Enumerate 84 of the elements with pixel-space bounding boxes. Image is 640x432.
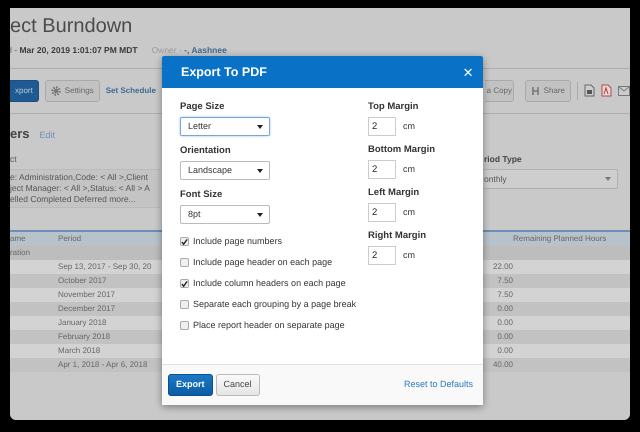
page-title: ect Burndown	[10, 14, 134, 38]
field-label: Left Margin	[368, 187, 420, 199]
share-button[interactable]: Share	[524, 80, 571, 102]
filter-text: ject Manager: < All >,Status: < All > A	[10, 183, 151, 194]
checkbox-label: Separate each grouping by a page break	[193, 298, 356, 311]
select-field[interactable]: Letter	[180, 117, 270, 136]
unit-label: cm	[403, 248, 415, 262]
caret-icon	[257, 168, 263, 172]
field-label: Orientation	[180, 145, 232, 157]
settings-button[interactable]: Settings	[44, 80, 100, 102]
table-cell	[10, 302, 58, 316]
column-header: ame	[10, 230, 58, 246]
copy-button[interactable]: a Copy	[484, 80, 514, 102]
unit-label: cm	[403, 120, 415, 133]
margin-input[interactable]: 2	[368, 160, 396, 179]
set-schedule-link[interactable]: Set Schedule	[106, 84, 156, 97]
margin-input[interactable]: 2	[368, 246, 396, 265]
table-cell: February 2018	[58, 330, 160, 344]
filter-label: ct	[10, 153, 18, 166]
margin-input[interactable]: 2	[368, 117, 396, 136]
column-header: Period	[58, 230, 160, 246]
checkbox-label: Include column headers on each page	[193, 276, 346, 290]
table-cell: March 2018	[58, 344, 160, 358]
cancel-button[interactable]: Cancel	[216, 374, 260, 396]
select-field[interactable]: Landscape	[180, 161, 270, 180]
table-cell: October 2017	[58, 274, 160, 288]
group-row-label: ration	[10, 246, 58, 260]
owner-link[interactable]: -, Aashnee	[184, 45, 227, 55]
run-date-text: l - Mar 20, 2019 1:01:07 PM MDT	[10, 45, 138, 55]
close-button[interactable]: ×	[463, 64, 473, 80]
table-cell: 0.00	[483, 344, 513, 358]
table-cell: 0.00	[483, 316, 513, 330]
table-cell	[10, 330, 58, 344]
field-label: Font Size	[180, 189, 224, 201]
checkbox-label: Include page header on each page	[193, 256, 332, 269]
period-type-select[interactable]: onthly	[484, 169, 618, 189]
checkbox[interactable]	[180, 279, 189, 288]
dialog-title: Export To PDF	[181, 64, 267, 81]
table-cell: 40.00	[483, 358, 513, 372]
export-button[interactable]: Export	[168, 374, 213, 396]
pdf-icon	[601, 84, 612, 98]
gear-icon	[50, 86, 61, 96]
table-cell: 7.50	[483, 288, 513, 302]
field-label: Right Margin	[368, 230, 428, 242]
caret-icon	[605, 177, 611, 181]
table-cell: November 2017	[58, 288, 160, 302]
unit-label: cm	[403, 206, 415, 219]
checkbox[interactable]	[180, 258, 189, 267]
table-cell: December 2017	[58, 302, 160, 316]
margin-input[interactable]: 2	[368, 203, 396, 222]
table-cell	[10, 344, 58, 358]
table-cell	[10, 274, 58, 288]
column-header: Remaining Planned Hours	[513, 230, 630, 246]
document-icon	[584, 84, 595, 98]
checkbox[interactable]	[180, 300, 189, 309]
caret-icon	[257, 124, 263, 128]
reset-link[interactable]: Reset to Defaults	[404, 378, 473, 392]
table-cell: January 2018	[58, 316, 160, 330]
caret-icon	[257, 212, 263, 216]
period-type-label: riod Type	[484, 153, 523, 166]
table-cell	[10, 316, 58, 330]
checkbox[interactable]	[180, 237, 189, 246]
table-cell: 7.50	[483, 274, 513, 288]
field-label: Bottom Margin	[368, 144, 436, 156]
table-cell: Apr 1, 2018 - Apr 6, 2018	[58, 358, 160, 372]
table-cell: 22.00	[483, 260, 513, 274]
select-field[interactable]: 8pt	[180, 205, 270, 224]
table-cell: Sep 13, 2017 - Sep 30, 20	[58, 260, 160, 274]
table-cell: 0.00	[483, 302, 513, 316]
checkbox-label: Place report header on separate page	[193, 318, 345, 332]
table-cell: 0.00	[483, 330, 513, 344]
filter-text: elled Completed Deferred more...	[10, 194, 137, 205]
checkbox-label: Include page numbers	[193, 234, 282, 248]
table-cell	[10, 288, 58, 302]
checkbox[interactable]	[180, 321, 189, 330]
filter-text: e: Administration,Code: < All >,Client	[10, 172, 149, 183]
table-cell	[10, 260, 58, 274]
unit-label: cm	[403, 162, 415, 176]
field-label: Top Margin	[368, 101, 420, 113]
table-cell	[483, 230, 513, 246]
table-cell	[483, 246, 513, 260]
export-button[interactable]: xport	[10, 80, 39, 102]
section-heading: ers	[10, 124, 30, 143]
field-label: Page Size	[180, 101, 226, 113]
